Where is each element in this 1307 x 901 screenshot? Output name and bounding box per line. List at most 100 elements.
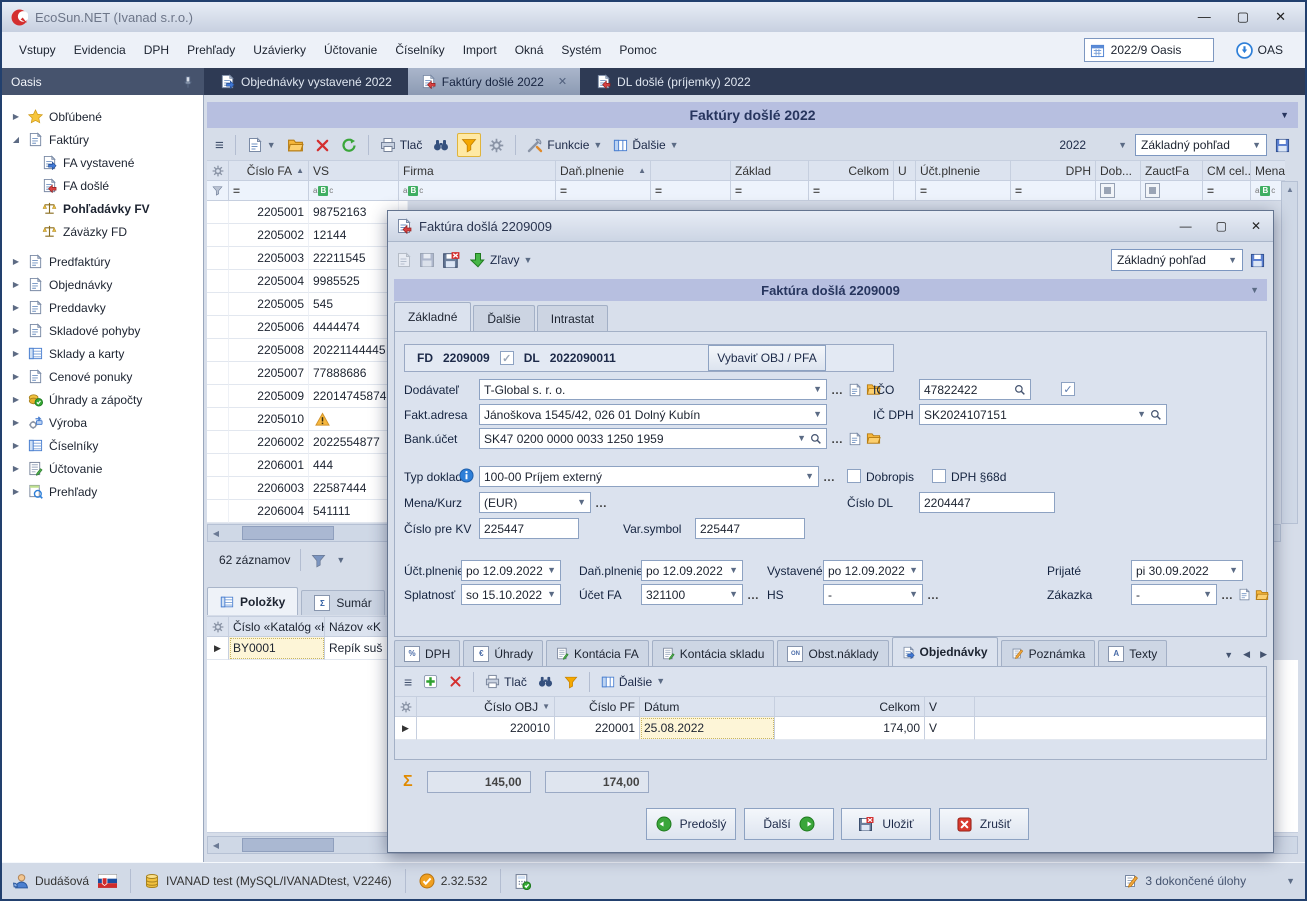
sidebar-item-faktury[interactable]: ◢Faktúry	[2, 128, 203, 151]
expander-icon[interactable]: ▶	[10, 441, 22, 450]
ico-field[interactable]: 47822422	[919, 379, 1031, 400]
column-header-cislo-pf[interactable]: Číslo PF	[555, 696, 640, 717]
maximize-button[interactable]: ▢	[1237, 9, 1249, 25]
ellipsis-button[interactable]: …	[927, 588, 940, 602]
column-header-dph[interactable]: DPH	[1011, 160, 1096, 181]
expander-icon[interactable]: ▶	[10, 112, 22, 121]
column-header-cislo-fa[interactable]: Číslo FA▲	[229, 160, 309, 181]
sidebar-item-objednavky[interactable]: ▶Objednávky	[2, 273, 203, 296]
column-header-uct-plnenie[interactable]: Účt.plnenie	[916, 160, 1011, 181]
search-icon[interactable]	[1014, 384, 1026, 396]
table-row[interactable]: 2206004541111	[207, 500, 408, 523]
sidebar-item-zavazky-fd[interactable]: Záväzky FD	[2, 220, 203, 243]
save-view-button[interactable]	[1272, 134, 1293, 156]
view-selector[interactable]: Základný pohľad▼	[1135, 134, 1267, 156]
filter-mena[interactable]: aBc	[1251, 181, 1285, 201]
expander-icon[interactable]: ▶	[10, 418, 22, 427]
dialog-view-selector[interactable]: Základný pohľad▼	[1111, 249, 1243, 271]
mena-kurz-field[interactable]: (EUR)▼	[479, 492, 591, 513]
filter-dan-plnenie[interactable]: =	[556, 181, 651, 201]
sidebar-item-prehlady[interactable]: ▶Prehľady	[2, 480, 203, 503]
table-row[interactable]: 220500820221144445	[207, 339, 408, 362]
more-button[interactable]: Ďalšie▼	[598, 671, 668, 693]
filter-uct-plnenie[interactable]: =	[916, 181, 1011, 201]
uct-plnenie-field[interactable]: po 12.09.2022▼	[461, 560, 561, 581]
dialog-close-button[interactable]: ✕	[1251, 219, 1261, 233]
table-row[interactable]: 2206001444	[207, 454, 408, 477]
export-floppy-icon[interactable]	[442, 251, 460, 269]
bank-ucet-field[interactable]: SK47 0200 0000 0033 1250 1959▼	[479, 428, 827, 449]
year-selector[interactable]: 2022▼	[1056, 134, 1130, 156]
ellipsis-button[interactable]: …	[1221, 588, 1234, 602]
menu-ciselniky[interactable]: Číselníky	[386, 39, 453, 61]
cislo-dl-field[interactable]: 2204447	[919, 492, 1055, 513]
subtab-scroll-left-icon[interactable]: ◀	[1243, 649, 1250, 660]
subtab-objednavky[interactable]: Objednávky	[892, 637, 998, 666]
filter-funnel-icon[interactable]	[311, 552, 326, 567]
filter-cislo-fa[interactable]: =	[229, 181, 309, 201]
sidebar-item-cenove-ponuky[interactable]: ▶Cenové ponuky	[2, 365, 203, 388]
ellipsis-button[interactable]: …	[831, 383, 844, 397]
filter-vs[interactable]: aBc	[309, 181, 399, 201]
filter-zaklad[interactable]: =	[731, 181, 809, 201]
menu-import[interactable]: Import	[454, 39, 506, 61]
linked-dl-checkbox[interactable]: ✓	[500, 351, 514, 365]
prijate-field[interactable]: pi 30.09.2022▼	[1131, 560, 1243, 581]
print-button[interactable]: Tlač	[377, 134, 426, 156]
expander-icon[interactable]: ▶	[10, 487, 22, 496]
expander-icon[interactable]: ▶	[10, 349, 22, 358]
print-button[interactable]: Tlač	[482, 671, 530, 693]
menu-grip-icon[interactable]: ≡	[401, 671, 415, 693]
menu-prehlady[interactable]: Prehľady	[178, 39, 244, 61]
column-header-cislo-obj[interactable]: Číslo OBJ▼	[417, 696, 555, 717]
tab-intrastat[interactable]: Intrastat	[537, 305, 608, 331]
new-record-button[interactable]: ▼	[244, 134, 279, 156]
expander-icon[interactable]: ▶	[10, 395, 22, 404]
filter-cm-cel[interactable]: =	[1203, 181, 1251, 201]
menu-pomoc[interactable]: Pomoc	[610, 39, 665, 61]
tab-sumar[interactable]: Σ Sumár	[301, 590, 384, 615]
ellipsis-button[interactable]: …	[747, 588, 760, 602]
dan-plnenie-field[interactable]: po 12.09.2022▼	[641, 560, 743, 581]
column-header-dob[interactable]: Dob...	[1096, 160, 1141, 181]
sidebar-item-pohladavky-fv[interactable]: Pohľadávky FV	[2, 197, 203, 220]
subtab-kontacia-skladu[interactable]: Kontácia skladu	[652, 640, 775, 666]
tab-polozky[interactable]: Položky	[207, 587, 298, 615]
menu-system[interactable]: Systém	[552, 39, 610, 61]
column-header-mena[interactable]: Mena	[1251, 160, 1285, 181]
period-selector[interactable]: 2022/9 Oasis	[1084, 38, 1214, 62]
subtab-obst-naklady[interactable]: ONObst.náklady	[777, 640, 888, 666]
table-row[interactable]: 220500322211545	[207, 247, 408, 270]
minimize-button[interactable]: —	[1198, 9, 1211, 25]
dph68d-checkbox[interactable]	[932, 469, 946, 483]
table-row[interactable]: 220500922014745874	[207, 385, 408, 408]
column-header-datum[interactable]: Dátum	[640, 696, 775, 717]
sidebar-item-predfaktury[interactable]: ▶Predfaktúry	[2, 250, 203, 273]
folder-icon[interactable]	[866, 431, 881, 446]
sidebar-item-uctovanie[interactable]: ▶Účtovanie	[2, 457, 203, 480]
chevron-down-icon[interactable]: ▼	[1280, 111, 1289, 120]
table-row[interactable]: 22050049985525	[207, 270, 408, 293]
dialog-minimize-button[interactable]: —	[1180, 219, 1192, 233]
sidebar-item-sklady-a-karty[interactable]: ▶Sklady a karty	[2, 342, 203, 365]
column-header-v[interactable]: V	[925, 696, 975, 717]
vybavit-obj-pfa-button[interactable]: Vybaviť OBJ / PFA	[708, 345, 826, 371]
calculator-check-icon[interactable]	[514, 873, 531, 890]
sidebar-item-oblubene[interactable]: ▶Obľúbené	[2, 105, 203, 128]
sidebar-item-skladove-pohyby[interactable]: ▶Skladové pohyby	[2, 319, 203, 342]
vystavene-field[interactable]: po 12.09.2022▼	[823, 560, 923, 581]
previous-button[interactable]: Predošlý	[646, 808, 736, 840]
filter-button[interactable]	[561, 671, 581, 693]
dobropis-checkbox[interactable]	[847, 469, 861, 483]
search-button[interactable]	[535, 671, 556, 693]
cislo-kv-field[interactable]: 225447	[479, 518, 579, 539]
subtab-texty[interactable]: ATexty	[1098, 640, 1167, 666]
expander-icon[interactable]: ▶	[10, 372, 22, 381]
document-icon[interactable]	[848, 432, 862, 446]
oas-button[interactable]: OAS	[1236, 42, 1283, 59]
orders-grid-row[interactable]: ▶ 220010 220001 25.08.2022 174,00 V	[395, 717, 1266, 740]
column-header-celkom[interactable]: Celkom	[809, 160, 894, 181]
tab-close-icon[interactable]: ✕	[558, 75, 567, 88]
menu-uzavierky[interactable]: Uzávierky	[244, 39, 315, 61]
status-tasks[interactable]: 3 dokončené úlohy ▼	[1123, 873, 1295, 889]
